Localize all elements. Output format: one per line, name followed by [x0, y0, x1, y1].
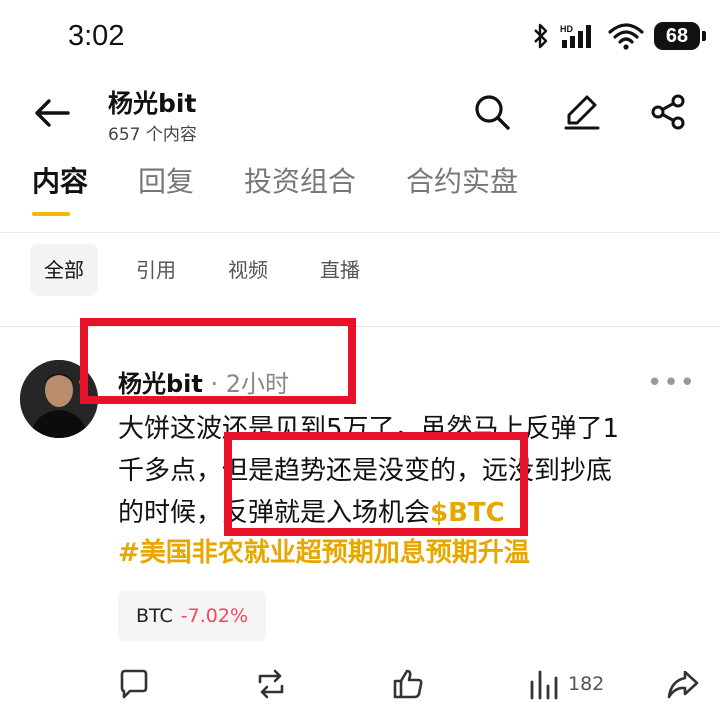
tab-futures[interactable]: 合约实盘 [406, 160, 518, 216]
ticker-symbol: BTC [136, 605, 173, 627]
main-tabs: 内容 回复 投资组合 合约实盘 [0, 160, 720, 230]
tab-replies[interactable]: 回复 [138, 160, 194, 216]
highlight-box-author [80, 318, 356, 404]
chip-all[interactable]: 全部 [30, 244, 98, 296]
ticker-change: -7.02% [180, 605, 249, 627]
profile-name: 杨光bit [108, 89, 197, 118]
svg-text:HD: HD [560, 24, 573, 34]
views-counter: 182 [528, 667, 604, 701]
chip-videos[interactable]: 视频 [214, 244, 282, 296]
wifi-icon [608, 23, 644, 50]
edit-icon[interactable] [562, 92, 602, 132]
status-icons: HD 68 [532, 22, 706, 50]
thumbs-up-icon[interactable] [392, 667, 424, 701]
more-options-icon[interactable]: ••• [647, 368, 696, 398]
hashtag-link[interactable]: #美国非农就业超预期加息预期升温 [118, 532, 530, 569]
battery-level: 68 [665, 24, 689, 47]
tab-content[interactable]: 内容 [32, 160, 88, 216]
content-count: 657 个内容 [108, 125, 197, 145]
status-time: 3:02 [68, 20, 125, 52]
views-icon [530, 670, 558, 700]
highlight-box-text [224, 432, 528, 536]
back-arrow-icon[interactable] [32, 96, 72, 130]
share-icon[interactable] [648, 92, 688, 132]
status-bar: 3:02 HD 68 [0, 0, 720, 78]
profile-header: 杨光bit 657 个内容 [0, 78, 720, 148]
search-icon[interactable] [472, 92, 512, 132]
chip-quotes[interactable]: 引用 [122, 244, 190, 296]
battery-icon: 68 [654, 22, 706, 50]
share-arrow-icon[interactable] [666, 667, 700, 701]
comment-icon[interactable] [118, 667, 150, 701]
post-actions: 182 [0, 665, 720, 705]
chip-live[interactable]: 直播 [306, 244, 374, 296]
hd-signal-icon: HD [560, 24, 591, 48]
filter-chips: 全部 引用 视频 直播 [30, 244, 374, 296]
tabs-divider [0, 232, 720, 233]
tab-portfolio[interactable]: 投资组合 [244, 160, 356, 216]
ticker-chip[interactable]: BTC -7.02% [118, 591, 267, 641]
repost-icon[interactable] [254, 667, 288, 701]
bluetooth-icon [534, 23, 548, 49]
views-count: 182 [568, 673, 605, 695]
